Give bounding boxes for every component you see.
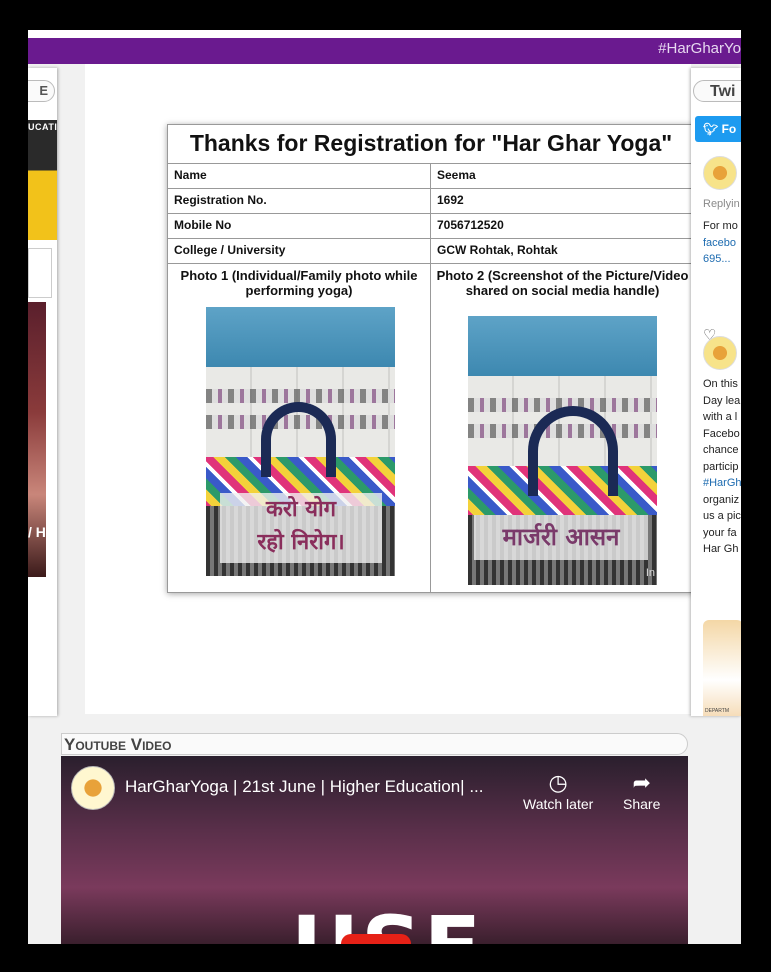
- hashtag-link[interactable]: #HarGh: [703, 475, 741, 492]
- left-banner-image[interactable]: [28, 120, 57, 240]
- phone-screen: #HarGharYo E UCATI / Hi Thanks for Regis…: [28, 30, 741, 944]
- share-button[interactable]: ➦ Share: [623, 770, 660, 812]
- tweet-card-text: DEPARTM: [705, 708, 729, 714]
- replying-text: Replyin: [703, 198, 740, 210]
- left-card[interactable]: [28, 248, 52, 298]
- tweet1-text: For mo facebo 695...: [703, 218, 738, 268]
- wall: [468, 316, 657, 376]
- table-row: Registration No. 1692: [167, 189, 695, 214]
- left-banner-text: UCATI: [28, 122, 57, 132]
- marquee-text: #HarGharYo: [658, 40, 741, 57]
- photo1-overlay-text: करो योग रहो निरोग।: [220, 493, 382, 563]
- photo2-caption: Photo 2 (Screenshot of the Picture/Video…: [436, 268, 689, 298]
- channel-avatar[interactable]: [71, 766, 115, 810]
- table-row: Mobile No 7056712520: [167, 214, 695, 239]
- share-arrow-icon: ➦: [632, 770, 651, 795]
- tweet-line: with a l: [703, 411, 738, 423]
- tweet-line: Har Gh: [703, 543, 739, 555]
- row-value: 1692: [437, 193, 464, 207]
- top-banner: #HarGharYo: [28, 38, 741, 64]
- twitter-tab[interactable]: Twi: [693, 80, 741, 102]
- tweet-link[interactable]: 695...: [703, 251, 738, 268]
- tweet-line: On this: [703, 378, 738, 390]
- table-row: Name Seema: [167, 164, 695, 189]
- left-sidebar-widget: E UCATI / Hi: [28, 68, 57, 716]
- photo1-cell: Photo 1 (Individual/Family photo while p…: [168, 264, 431, 592]
- photo2-watermark: In: [645, 567, 655, 579]
- photo2-overlay-text: मार्जरी आसन: [474, 515, 648, 560]
- youtube-video-player[interactable]: HarGharYoga | 21st June | Higher Educati…: [61, 756, 688, 944]
- photo-row: Photo 1 (Individual/Family photo while p…: [167, 264, 695, 593]
- registration-title: Thanks for Registration for "Har Ghar Yo…: [167, 124, 695, 164]
- main-content: Thanks for Registration for "Har Ghar Yo…: [85, 64, 695, 714]
- registration-table: Thanks for Registration for "Har Ghar Yo…: [167, 124, 695, 593]
- overlay-line2: रहो निरोग।: [257, 530, 345, 555]
- tweet2-text: On this Day lea with a l Facebo chance p…: [703, 376, 741, 558]
- watch-later-button[interactable]: ◷ Watch later: [523, 770, 593, 812]
- left-widget-tab[interactable]: E: [28, 80, 55, 102]
- row-label: Registration No.: [168, 189, 431, 213]
- yoga-figure: [261, 402, 336, 477]
- photo1-caption: Photo 1 (Individual/Family photo while p…: [180, 268, 418, 298]
- table-row: College / University GCW Rohtak, Rohtak: [167, 239, 695, 264]
- tweet-line: Day lea: [703, 394, 741, 407]
- clock-icon: ◷: [548, 770, 568, 795]
- tweet-line: organiz: [703, 493, 740, 506]
- tweet-line: particip: [703, 460, 739, 473]
- twitter-bird-icon: 🐦︎: [703, 122, 719, 136]
- overlay-line1: करो योग: [265, 497, 337, 522]
- tweet-avatar[interactable]: [703, 156, 737, 190]
- tile-band: [206, 389, 395, 403]
- tweet-line: your fa: [703, 526, 737, 539]
- tweet-media-card[interactable]: [703, 620, 741, 716]
- row-value: GCW Rohtak, Rohtak: [437, 243, 558, 257]
- tweet-line: Facebo: [703, 427, 740, 440]
- photo1-image[interactable]: करो योग रहो निरोग।: [206, 307, 395, 576]
- twitter-follow-button[interactable]: 🐦︎ Fo: [695, 116, 741, 142]
- row-label: Name: [168, 164, 431, 188]
- row-value: Seema: [437, 168, 476, 182]
- play-button[interactable]: [341, 934, 411, 944]
- tweet-line: us a pic: [703, 510, 741, 522]
- tweet-line: chance: [703, 444, 739, 456]
- tweet-line: For mo: [703, 220, 738, 232]
- tweet-link[interactable]: facebo: [703, 235, 738, 252]
- youtube-section-header: Youtube Video: [61, 733, 688, 755]
- wall: [206, 307, 395, 367]
- yoga-figure: [528, 406, 618, 496]
- share-label: Share: [623, 796, 661, 812]
- left-photo-caption: / Hi: [28, 524, 50, 540]
- photo2-image[interactable]: मार्जरी आसन In: [468, 316, 657, 585]
- tweet-avatar[interactable]: [703, 336, 737, 370]
- row-label: College / University: [168, 239, 431, 263]
- follow-label: Fo: [721, 122, 737, 136]
- video-title[interactable]: HarGharYoga | 21st June | Higher Educati…: [125, 777, 484, 797]
- row-label: Mobile No: [168, 214, 431, 238]
- row-value: 7056712520: [437, 218, 504, 232]
- watch-later-label: Watch later: [523, 796, 594, 812]
- photo2-cell: Photo 2 (Screenshot of the Picture/Video…: [431, 264, 694, 592]
- twitter-widget: Twi 🐦︎ Fo Replyin For mo facebo 695... ♡…: [691, 68, 741, 716]
